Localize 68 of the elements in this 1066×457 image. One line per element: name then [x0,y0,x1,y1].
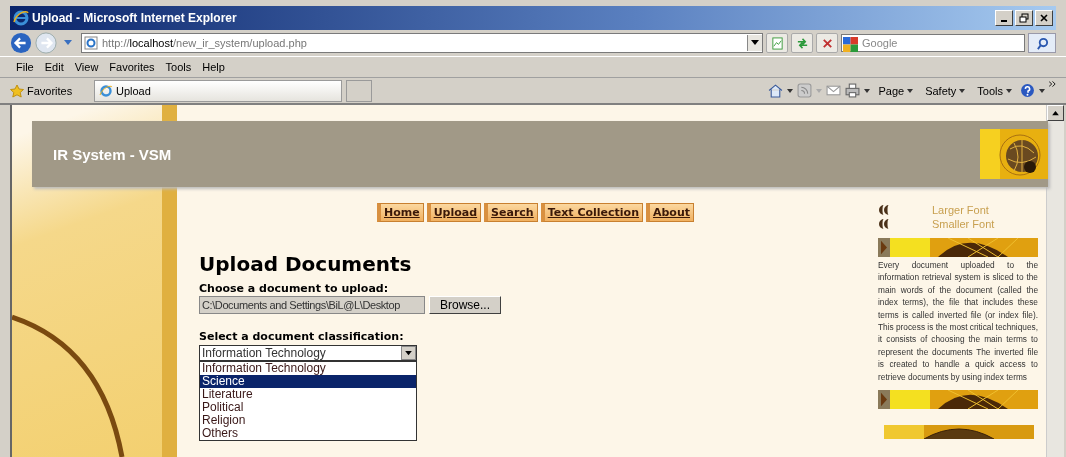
dropdown-option[interactable]: Religion [200,414,416,427]
menu-item[interactable]: Edit [38,61,69,73]
menu-item[interactable]: File [10,61,39,73]
minimize-button[interactable] [995,10,1013,26]
favorites-button[interactable]: Favorites [10,83,80,98]
dropdown-option[interactable]: Political [200,401,416,414]
caret-icon[interactable] [864,88,871,93]
dropdown-option[interactable]: Others [200,427,416,440]
nav-link[interactable]: Upload [426,203,482,222]
dropdown-option[interactable]: Science [200,375,416,388]
browser-logo-icon [13,10,29,26]
refresh-icon[interactable] [791,33,813,53]
home-icon[interactable] [768,83,784,98]
caret-icon [907,88,914,93]
dropdown-button[interactable] [747,35,762,51]
nav-link[interactable]: Search [484,203,538,222]
caret-icon [1052,110,1059,116]
dropdown-icon[interactable] [64,40,72,46]
command-menu[interactable]: Page [878,84,914,97]
scroll-up-button[interactable] [1047,105,1064,121]
nav-link[interactable]: Text Collection [540,203,643,222]
field-label: Select a document classification: [199,330,405,343]
caret-icon [751,40,759,46]
nav-link[interactable]: Home [377,203,424,222]
menu-item[interactable]: Tools [159,61,197,73]
search-button[interactable] [1028,33,1056,53]
dropdown-button[interactable] [401,346,416,360]
close-icon [1039,13,1049,23]
browser-tab[interactable]: Upload [94,79,342,102]
search-field[interactable]: Google [841,34,1025,52]
caret-icon[interactable] [1039,88,1045,93]
search-provider-icon [843,37,858,52]
command-menu[interactable]: Tools [977,84,1012,97]
field-label: Choose a document to upload: [199,282,390,295]
help-icon[interactable] [1020,83,1035,98]
star-icon [10,83,24,98]
caret-icon [405,350,412,356]
site-title: IR System - VSM [53,145,172,163]
menu-item[interactable]: Help [196,61,230,73]
window-title: Upload - Microsoft Internet Explorer [32,11,238,25]
file-path-field[interactable]: C:\Documents and Settings\BiL@L\Desktop [199,296,425,314]
back-button[interactable] [10,32,32,54]
dropdown-option[interactable]: Literature [200,388,416,401]
caret-icon [1006,88,1012,93]
close-button[interactable] [1035,10,1053,26]
address-field[interactable]: http://localhost/new_ir_system/upload.php [81,33,763,53]
stop-icon[interactable] [816,33,838,53]
browse-button[interactable]: Browse... [429,296,501,314]
browser-logo-icon [99,83,113,98]
menu-item[interactable]: View [68,61,104,73]
caret-icon[interactable] [787,88,794,93]
chevron-icon[interactable] [1049,81,1056,87]
caret-icon [959,88,966,93]
page-heading: Upload Documents [199,252,413,276]
mail-icon[interactable] [826,83,842,98]
search-icon [1035,36,1049,50]
print-icon[interactable] [845,83,861,98]
menu-item[interactable]: Favorites [103,61,160,73]
scrollbar[interactable] [1046,105,1064,457]
description-paragraph: Every document uploaded to the information retrieval system is sliced to the main words of the document (called the index terms), the file that includes these terms is called inverted file (or index file). This process is the most critical techniques, it consists of choosing the main terms to represent the documents The inverted file is created to handle a quick access to retrieve documents by using index terms [878,259,1038,384]
restore-button[interactable] [1015,10,1033,26]
page-icon [84,36,98,50]
minimize-icon [1001,20,1007,22]
restore-icon [1019,13,1029,23]
dropdown-option[interactable]: Information Technology [200,362,416,375]
nav-link[interactable]: About [645,203,694,222]
classification-select[interactable]: Information Technology [199,345,417,361]
command-menu[interactable]: Safety [925,84,966,97]
